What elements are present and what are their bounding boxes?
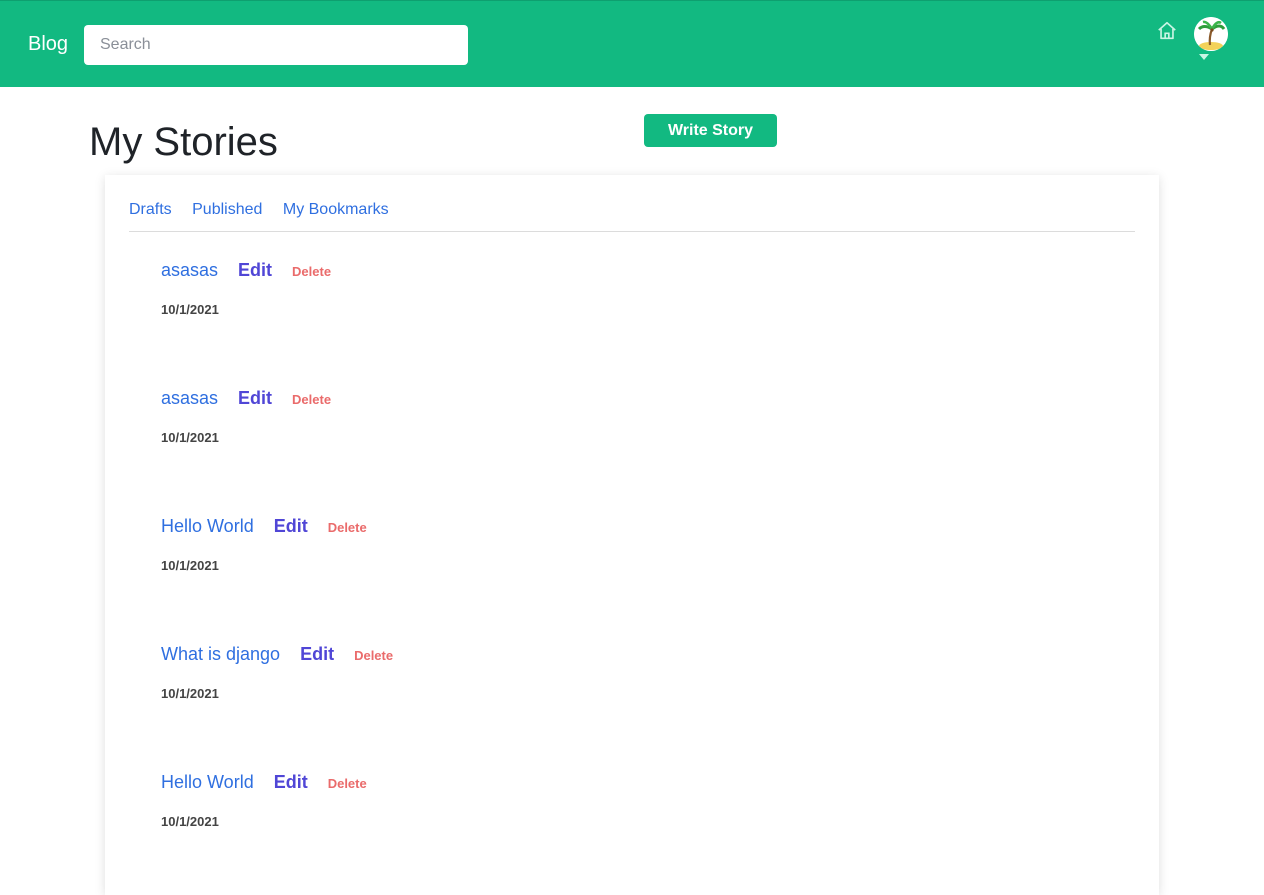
story-item: What is django Edit Delete 10/1/2021 — [161, 644, 761, 701]
edit-story-button[interactable]: Edit — [274, 516, 308, 537]
delete-story-button[interactable]: Delete — [292, 264, 331, 279]
chevron-down-icon[interactable] — [1199, 54, 1209, 60]
write-story-button[interactable]: Write Story — [644, 114, 777, 147]
story-title-link[interactable]: What is django — [161, 644, 280, 665]
top-navbar: Blog — [0, 0, 1264, 87]
delete-story-button[interactable]: Delete — [328, 776, 367, 791]
story-date: 10/1/2021 — [161, 814, 219, 829]
stories-card: Drafts Published My Bookmarks asasas Edit… — [105, 175, 1159, 895]
search-input[interactable] — [84, 25, 468, 65]
tab-bookmarks[interactable]: My Bookmarks — [283, 201, 389, 219]
delete-story-button[interactable]: Delete — [328, 520, 367, 535]
home-icon[interactable] — [1156, 20, 1178, 42]
edit-story-button[interactable]: Edit — [238, 388, 272, 409]
delete-story-button[interactable]: Delete — [292, 392, 331, 407]
story-date: 10/1/2021 — [161, 686, 219, 701]
story-title-link[interactable]: Hello World — [161, 772, 254, 793]
story-title-link[interactable]: asasas — [161, 260, 218, 281]
tab-published[interactable]: Published — [192, 201, 262, 219]
story-item: asasas Edit Delete 10/1/2021 — [161, 260, 761, 317]
edit-story-button[interactable]: Edit — [238, 260, 272, 281]
story-title-link[interactable]: Hello World — [161, 516, 254, 537]
page-title: My Stories — [89, 120, 278, 164]
user-avatar[interactable] — [1194, 17, 1228, 51]
palm-tree-icon — [1194, 17, 1228, 51]
edit-story-button[interactable]: Edit — [274, 772, 308, 793]
story-date: 10/1/2021 — [161, 558, 219, 573]
tab-drafts[interactable]: Drafts — [129, 201, 172, 219]
story-date: 10/1/2021 — [161, 430, 219, 445]
story-title-link[interactable]: asasas — [161, 388, 218, 409]
story-date: 10/1/2021 — [161, 302, 219, 317]
story-item: Hello World Edit Delete 10/1/2021 — [161, 516, 761, 573]
brand-link[interactable]: Blog — [28, 33, 68, 56]
edit-story-button[interactable]: Edit — [300, 644, 334, 665]
story-tabs: Drafts Published My Bookmarks — [129, 201, 1135, 232]
delete-story-button[interactable]: Delete — [354, 648, 393, 663]
story-item: Hello World Edit Delete 10/1/2021 — [161, 772, 761, 829]
story-item: asasas Edit Delete 10/1/2021 — [161, 388, 761, 445]
